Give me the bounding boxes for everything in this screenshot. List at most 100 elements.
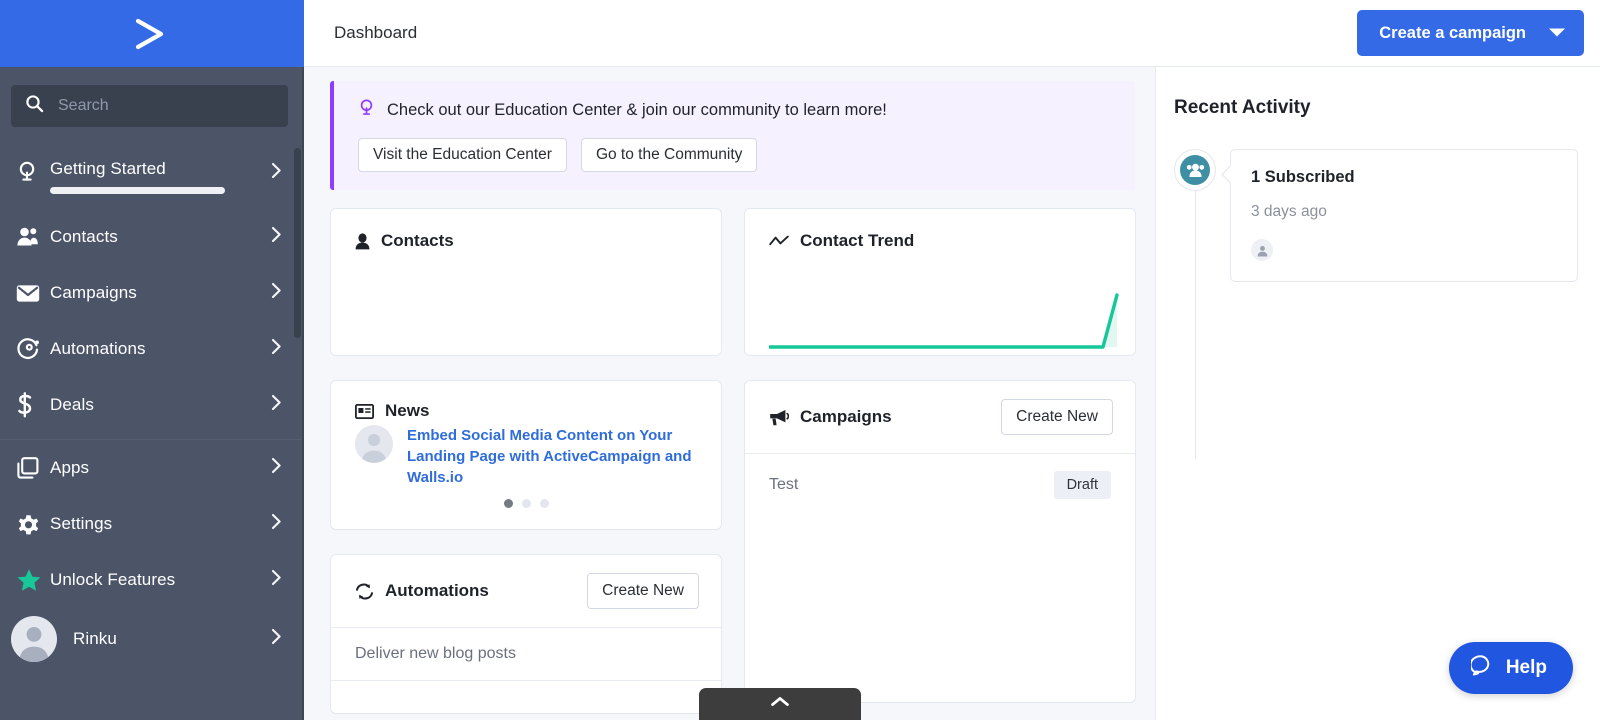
sidebar-item-label: Unlock Features <box>50 570 176 589</box>
chevron-up-icon <box>770 695 790 713</box>
apps-squares-icon <box>16 456 50 480</box>
contact-trend-head: Contact Trend <box>745 209 1135 273</box>
sidebar-item-label: Automations <box>50 339 146 358</box>
campaigns-card-label: Campaigns <box>800 407 892 426</box>
activity-timeline: 1 Subscribed 3 days ago <box>1174 149 1600 459</box>
trend-sparkline-svg <box>769 293 1119 349</box>
contacts-card-body: Contacts <box>331 209 721 273</box>
activity-card[interactable]: 1 Subscribed 3 days ago <box>1230 149 1578 282</box>
sidebar-item-automations[interactable]: Automations <box>0 321 304 377</box>
activity-timestamp: 3 days ago <box>1251 203 1327 220</box>
news-card: News Embed Social Media Content on Your … <box>330 380 722 530</box>
bottom-drawer-toggle[interactable] <box>699 688 861 720</box>
search-input[interactable] <box>58 97 274 115</box>
sidebar-item-user[interactable]: Rinku <box>0 608 304 670</box>
create-a-campaign-button[interactable]: Create a campaign <box>1357 10 1584 56</box>
contact-trend-card: Contact Trend <box>744 208 1136 356</box>
contact-trend-label: Contact Trend <box>800 231 915 250</box>
campaigns-card: Campaigns Create New Test Draft <box>744 380 1136 703</box>
megaphone-icon <box>769 409 789 426</box>
sidebar-search <box>0 67 304 137</box>
trend-line-icon <box>769 235 789 247</box>
search-box[interactable] <box>11 85 288 127</box>
timeline-bullet <box>1174 149 1216 191</box>
activity-headline: 1 Subscribed <box>1251 168 1355 186</box>
campaign-name: Test <box>769 476 799 493</box>
news-card-label: News <box>385 401 430 420</box>
automation-name: Deliver new blog posts <box>355 645 516 662</box>
campaigns-card-head: Campaigns Create New <box>745 381 1135 453</box>
carousel-dot[interactable] <box>539 499 549 508</box>
search-icon <box>25 94 44 118</box>
news-card-icon <box>355 403 374 419</box>
activity-item: 1 Subscribed 3 days ago <box>1174 149 1600 282</box>
recent-activity-panel: Recent Activity 1 Subscribed 3 days ago <box>1155 67 1600 720</box>
automations-gear-circle-icon <box>16 337 50 361</box>
sidebar-item-settings[interactable]: Settings <box>0 496 304 552</box>
sidebar-nav-top: Getting Started Contacts Campaigns Autom… <box>0 137 304 433</box>
news-card-head: News <box>331 381 721 421</box>
campaign-row[interactable]: Test Draft <box>745 454 1135 516</box>
dollar-icon <box>16 392 50 418</box>
sidebar-nav-scroll: Getting Started Contacts Campaigns Autom… <box>0 137 304 720</box>
sidebar-user-label: Rinku <box>73 629 117 648</box>
create-campaign-label: Create a campaign <box>1379 23 1526 42</box>
dashboard-main: Check out our Education Center & join ou… <box>304 67 1155 720</box>
avatar-icon <box>355 425 393 463</box>
sidebar-item-deals[interactable]: Deals <box>0 377 304 433</box>
campaigns-create-new-button[interactable]: Create New <box>1001 399 1113 435</box>
sidebar-item-contacts[interactable]: Contacts <box>0 209 304 265</box>
contacts-group-icon <box>1180 155 1210 185</box>
chevron-right-icon <box>271 394 282 416</box>
automation-row[interactable]: Deliver new blog posts <box>331 628 721 680</box>
contact-trend-title: Contact Trend <box>769 231 1111 251</box>
banner-actions: Visit the Education Center Go to the Com… <box>358 138 1115 172</box>
chat-bubble-icon <box>1469 654 1494 683</box>
automations-create-new-button[interactable]: Create New <box>587 573 699 609</box>
chevron-right-icon <box>271 162 282 184</box>
activecampaign-chevron-logo-icon <box>131 17 173 51</box>
education-banner: Check out our Education Center & join ou… <box>330 81 1135 190</box>
sidebar-item-unlock-features[interactable]: Unlock Features <box>0 552 304 608</box>
contacts-icon <box>16 226 50 248</box>
refresh-icon <box>355 583 374 600</box>
automations-card: Automations Create New Deliver new blog … <box>330 554 722 714</box>
gear-icon <box>16 512 50 537</box>
go-to-community-button[interactable]: Go to the Community <box>580 138 758 172</box>
visit-education-center-button[interactable]: Visit the Education Center <box>358 138 567 172</box>
status-badge: Draft <box>1053 471 1111 499</box>
sidebar-item-getting-started[interactable]: Getting Started <box>0 145 304 209</box>
getting-started-progress <box>50 187 225 194</box>
contacts-card-label: Contacts <box>381 231 454 250</box>
banner-text: Check out our Education Center & join ou… <box>387 101 887 119</box>
recent-activity-title: Recent Activity <box>1174 97 1311 118</box>
news-carousel-dots <box>331 499 721 508</box>
top-bar: Dashboard Create a campaign <box>304 0 1600 67</box>
sidebar-nav-bottom: Apps Settings Unlock Features Rinku <box>0 440 304 676</box>
chevron-right-icon <box>271 569 282 591</box>
card-grid: Contacts News Embed Social Media Content… <box>330 208 1136 714</box>
chevron-right-icon <box>271 457 282 479</box>
envelope-icon <box>16 284 50 303</box>
app-root: Getting Started <box>0 0 1600 720</box>
news-headline-link[interactable]: Embed Social Media Content on Your Landi… <box>407 425 697 488</box>
sidebar-item-label: Campaigns <box>50 283 137 302</box>
chevron-right-icon <box>271 628 282 650</box>
help-button[interactable]: Help <box>1448 642 1573 694</box>
sidebar-scrollbar[interactable] <box>294 148 301 338</box>
carousel-dot[interactable] <box>521 499 531 508</box>
sidebar-item-label: Getting Started <box>50 159 166 178</box>
news-item: Embed Social Media Content on Your Landi… <box>331 421 721 488</box>
sidebar-item-apps[interactable]: Apps <box>0 440 304 496</box>
chevron-right-icon <box>271 282 282 304</box>
dashboard-body: Check out our Education Center & join ou… <box>304 67 1600 720</box>
carousel-dot[interactable] <box>503 499 513 508</box>
sidebar: Getting Started <box>0 0 304 720</box>
caret-down-icon <box>1548 24 1566 43</box>
chevron-right-icon <box>271 338 282 360</box>
sidebar-item-campaigns[interactable]: Campaigns <box>0 265 304 321</box>
content-area: Dashboard Create a campaign Check out ou… <box>304 0 1600 720</box>
campaigns-card-title: Campaigns <box>769 407 892 427</box>
lightbulb-icon <box>358 98 375 123</box>
brand-logo[interactable] <box>0 0 304 67</box>
